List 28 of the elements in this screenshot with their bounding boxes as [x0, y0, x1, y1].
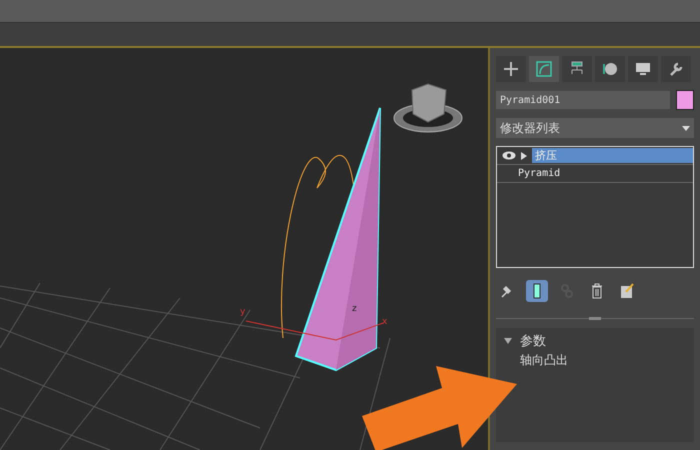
rollout-title[interactable]: 参数: [520, 332, 546, 350]
hierarchy-tab[interactable]: [562, 56, 592, 82]
create-tab[interactable]: [496, 56, 526, 82]
trash-icon: [590, 283, 604, 299]
sphere-icon: [601, 60, 619, 78]
parameter-label: 轴向凸出: [519, 352, 569, 369]
pencil-grid-icon: [620, 283, 634, 299]
caret-icon: [682, 126, 690, 130]
curve-icon: [535, 60, 553, 78]
splitter-handle[interactable]: [589, 317, 601, 320]
object-name-field[interactable]: Pyramid001: [496, 91, 670, 109]
eye-icon[interactable]: [502, 151, 516, 160]
axis-label: y: [240, 307, 246, 317]
plus-icon: [502, 60, 520, 78]
display-tab[interactable]: [628, 56, 658, 82]
stack-item[interactable]: Pyramid: [497, 165, 693, 183]
motion-tab[interactable]: [595, 56, 625, 82]
expand-icon[interactable]: [521, 152, 527, 160]
modify-tab[interactable]: [529, 56, 559, 82]
viewcube-drawing[interactable]: [394, 83, 462, 132]
modifier-list-dropdown[interactable]: 修改器列表: [496, 118, 694, 138]
end-result-button[interactable]: [526, 280, 548, 302]
axis-label: x: [382, 317, 388, 327]
object-color-swatch[interactable]: [676, 90, 694, 110]
utilities-tab[interactable]: [661, 56, 691, 82]
axis-label: z: [352, 304, 357, 314]
collapse-icon[interactable]: [504, 338, 512, 344]
monitor-icon: [634, 60, 652, 78]
